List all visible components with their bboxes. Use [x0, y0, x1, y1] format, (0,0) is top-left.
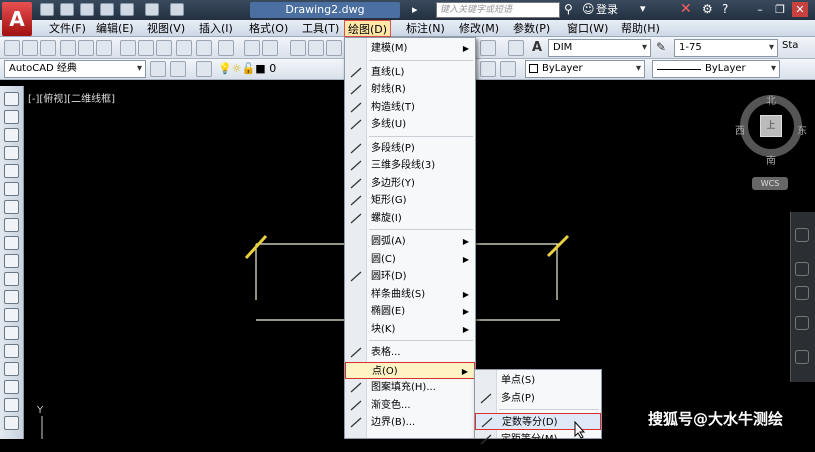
- draw-menu-item-24[interactable]: 边界(B)...: [345, 414, 475, 431]
- menu-item-label: 点(O): [372, 365, 398, 377]
- wcs-menu[interactable]: WCS: [752, 177, 788, 190]
- viewcube-north[interactable]: 北: [766, 92, 776, 107]
- submenu-arrow-icon: ▶: [462, 237, 469, 246]
- draw-menu-item-20[interactable]: 表格...: [345, 344, 475, 361]
- donut-icon: [349, 270, 363, 283]
- menu-item-label: 定数等分(D): [502, 417, 558, 428]
- zoom-icon[interactable]: [795, 286, 809, 300]
- xline-icon: [349, 101, 363, 114]
- menu-item-label: 圆环(D): [371, 271, 407, 282]
- menu-separator: [369, 135, 473, 137]
- menu-separator: [369, 340, 473, 341]
- hatch-icon: [349, 381, 363, 394]
- steering-wheel-icon[interactable]: [795, 228, 809, 242]
- point-menu-item-0[interactable]: 单点(S): [475, 372, 601, 389]
- submenu-arrow-icon: ▶: [462, 324, 469, 334]
- menu-item-label: 样条曲线(S): [371, 288, 426, 300]
- point-menu-item-1[interactable]: 多点(P): [475, 390, 601, 407]
- menu-item-label: 圆弧(A): [371, 236, 406, 247]
- autocad-logo-icon[interactable]: A: [2, 2, 32, 36]
- draw-menu-item-2[interactable]: 直线(L): [345, 64, 475, 81]
- submenu-arrow-icon: ▶: [462, 289, 469, 299]
- menu-item-label: 椭圆(E): [371, 306, 406, 317]
- menu-item-label: 构造线(T): [371, 101, 415, 113]
- draw-menu-item-18[interactable]: 块(K) ▶: [345, 321, 475, 338]
- measure-icon: [479, 433, 493, 446]
- table-icon: [349, 346, 363, 359]
- menu-item-label: 建模(M): [371, 43, 408, 54]
- menu-item-label: 多段线(P): [371, 142, 415, 154]
- draw-menu-item-23[interactable]: 渐变色...: [345, 397, 475, 414]
- menu-item-label: 表格...: [371, 347, 401, 358]
- menu-item-label: 矩形(G): [371, 195, 407, 206]
- viewcube-south[interactable]: 南: [766, 152, 776, 167]
- draw-menu-item-21[interactable]: 点(O) ▶: [345, 361, 475, 379]
- draw-menu-item-13[interactable]: 圆弧(A) ▶: [345, 233, 475, 250]
- marker-right: [546, 234, 570, 258]
- viewcube-face[interactable]: 上: [760, 115, 782, 137]
- draw-menu-item-11[interactable]: 螺旋(I): [345, 210, 475, 227]
- viewcube-east[interactable]: 东: [797, 122, 807, 137]
- draw-menu-item-16[interactable]: 样条曲线(S) ▶: [345, 286, 475, 303]
- draw-menu-item-7[interactable]: 多段线(P): [345, 140, 475, 157]
- draw-menu-item-4[interactable]: 构造线(T): [345, 99, 475, 116]
- menu-item-label: 边界(B)...: [371, 417, 416, 428]
- polygon-icon: [349, 177, 363, 190]
- submenu-arrow-icon: ▶: [462, 307, 469, 316]
- menu-item-label: 多线(U): [371, 119, 407, 130]
- draw-menu-item-14[interactable]: 圆(C) ▶: [345, 251, 475, 268]
- mouse-cursor-icon: [574, 421, 586, 439]
- menu-separator: [369, 59, 473, 61]
- boundary-icon: [349, 416, 363, 429]
- draw-menu-dropdown: 建模(M) ▶ 直线(L) 射线(R) 构造线(T) 多线(U) 多段线(P) 三维多段线(3…: [344, 37, 476, 439]
- draw-menu-item-8[interactable]: 三维多段线(3): [345, 157, 475, 174]
- draw-menu-item-0[interactable]: 建模(M) ▶: [345, 40, 475, 57]
- draw-menu-item-10[interactable]: 矩形(G): [345, 192, 475, 209]
- viewcube-west[interactable]: 西: [735, 122, 745, 137]
- menu-item-label: 螺旋(I): [371, 212, 402, 224]
- menu-item-label: 块(K): [371, 323, 396, 335]
- menu-separator: [369, 229, 473, 230]
- divide-icon: [480, 416, 494, 429]
- helix-icon: [349, 212, 363, 225]
- watermark: 搜狐号@大水牛测绘: [648, 410, 784, 428]
- gradient-icon: [349, 399, 363, 412]
- draw-menu-item-22[interactable]: 图案填充(H)...: [345, 379, 475, 396]
- menu-item-label: 多点(P): [501, 392, 535, 404]
- menu-item-label: 圆(C): [371, 253, 396, 265]
- menu-item-label: 三维多段线(3): [371, 160, 436, 171]
- pan-icon[interactable]: [795, 262, 809, 276]
- menu-item-label: 图案填充(H)...: [371, 382, 436, 393]
- draw-menu-item-5[interactable]: 多线(U): [345, 116, 475, 133]
- rectangle-icon: [349, 194, 363, 207]
- ucs-y-label: Y: [37, 405, 44, 416]
- submenu-arrow-icon: ▶: [461, 366, 468, 376]
- ray-icon: [349, 83, 363, 96]
- draw-menu-item-15[interactable]: 圆环(D): [345, 268, 475, 285]
- dot-icon: [479, 392, 493, 405]
- menu-item-label: 渐变色...: [371, 399, 411, 411]
- menu-item-label: 射线(R): [371, 84, 406, 95]
- menu-item-label: 定距等分(M): [501, 433, 558, 445]
- submenu-arrow-icon: ▶: [462, 44, 469, 53]
- viewcube-face-label: 上: [766, 121, 776, 131]
- menu-item-label: 多边形(Y): [371, 177, 415, 189]
- line-icon: [349, 66, 363, 79]
- draw-menu-item-17[interactable]: 椭圆(E) ▶: [345, 303, 475, 320]
- submenu-arrow-icon: ▶: [462, 254, 469, 264]
- pline-icon: [349, 142, 363, 155]
- menu-separator: [499, 409, 599, 410]
- draw-menu-item-3[interactable]: 射线(R): [345, 81, 475, 98]
- orbit-icon[interactable]: [795, 316, 809, 330]
- draw-menu-item-9[interactable]: 多边形(Y): [345, 175, 475, 192]
- 3dpoly-icon: [349, 159, 363, 172]
- showmotion-icon[interactable]: [795, 350, 809, 364]
- menu-item-label: 直线(L): [371, 66, 405, 78]
- mline-icon: [349, 118, 363, 131]
- menu-item-label: 单点(S): [501, 375, 536, 386]
